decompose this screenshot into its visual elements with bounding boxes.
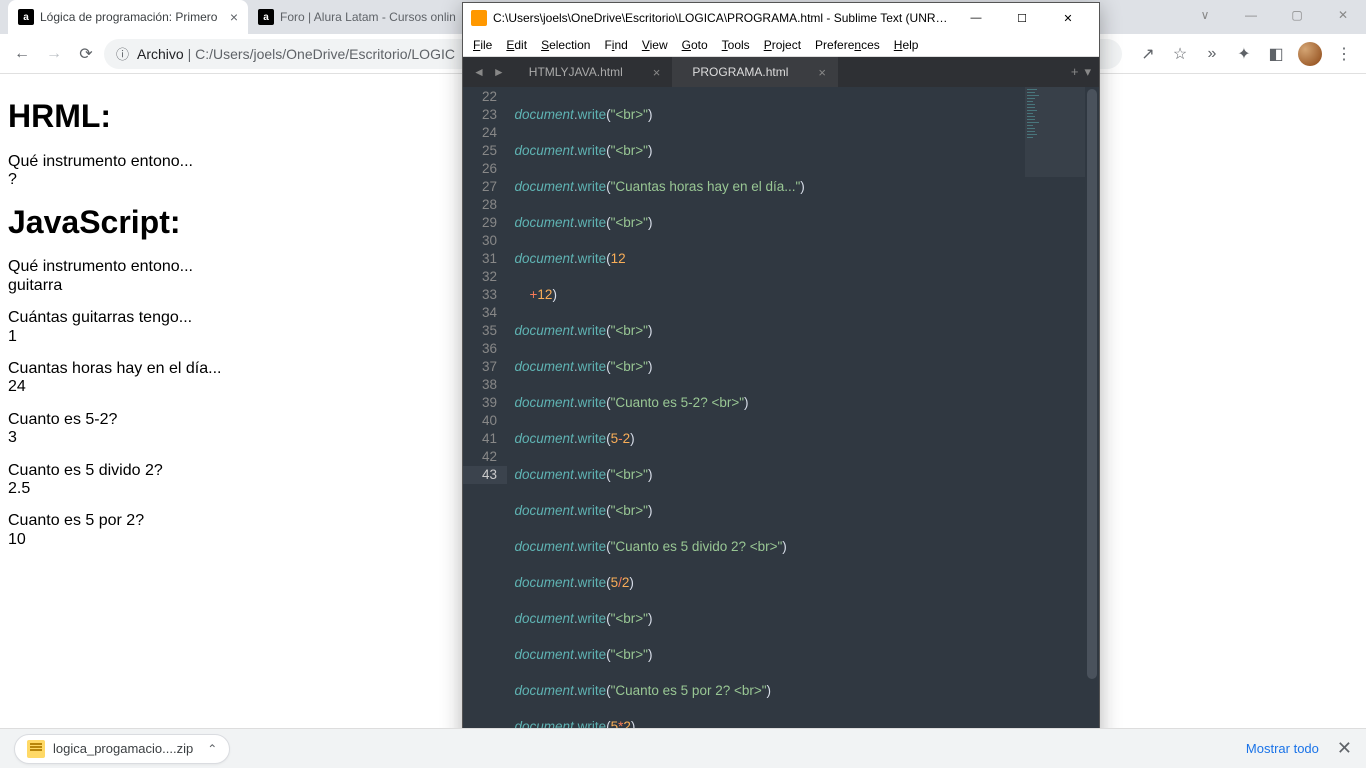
menu-goto[interactable]: Goto	[676, 36, 714, 54]
tab-title: Lógica de programación: Primero	[40, 10, 224, 24]
sublime-menubar: File Edit Selection Find View Goto Tools…	[463, 33, 1099, 57]
panel-icon[interactable]: ◧	[1262, 40, 1290, 68]
forward-button[interactable]: →	[40, 40, 68, 68]
share-icon[interactable]: ↗	[1134, 40, 1162, 68]
menu-file[interactable]: File	[467, 36, 498, 54]
address-path: C:/Users/joels/OneDrive/Escritorio/LOGIC	[195, 46, 455, 62]
maximize-button[interactable]: ☐	[999, 3, 1045, 33]
sublime-window: C:\Users\joels\OneDrive\Escritorio\LOGIC…	[462, 2, 1100, 768]
scroll-thumb[interactable]	[1087, 89, 1097, 679]
close-icon[interactable]: ×	[818, 65, 826, 80]
info-icon: ⓘ	[116, 44, 129, 63]
close-icon[interactable]: ×	[653, 65, 661, 80]
favicon-icon: a	[258, 9, 274, 25]
tab-label: PROGRAMA.html	[692, 65, 788, 79]
address-label: Archivo	[137, 46, 184, 62]
menu-help[interactable]: Help	[888, 36, 925, 54]
browser-tab[interactable]: a Lógica de programación: Primero ×	[8, 0, 248, 34]
code-area[interactable]: document.write("<br>") document.write("<…	[507, 87, 1099, 743]
editor-tab-active[interactable]: PROGRAMA.html ×	[672, 57, 838, 87]
favicon-icon: a	[18, 9, 34, 25]
editor-area[interactable]: 2223242526272829303132333435363738394041…	[463, 87, 1099, 743]
reload-button[interactable]: ⟳	[72, 40, 100, 68]
star-icon[interactable]: ☆	[1166, 40, 1194, 68]
scrollbar[interactable]	[1085, 87, 1099, 743]
sublime-tabbar: ◄ ► HTMLYJAVA.html × PROGRAMA.html × + ▾	[463, 57, 1099, 87]
menu-tools[interactable]: Tools	[716, 36, 756, 54]
sublime-logo-icon	[471, 10, 487, 26]
browser-tab[interactable]: a Foro | Alura Latam - Cursos onlin ×	[248, 0, 488, 34]
tab-dropdown-icon[interactable]: ▾	[1084, 64, 1091, 80]
zip-file-icon	[27, 740, 45, 758]
close-icon[interactable]: ×	[230, 9, 238, 25]
show-all-downloads[interactable]: Mostrar todo	[1246, 741, 1319, 756]
editor-tab[interactable]: HTMLYJAVA.html ×	[509, 57, 673, 87]
os-maximize-button[interactable]: ▢	[1274, 0, 1320, 30]
menu-find[interactable]: Find	[598, 36, 633, 54]
download-item[interactable]: logica_progamacio....zip ⌃	[14, 734, 230, 764]
avatar[interactable]	[1298, 42, 1322, 66]
minimize-button[interactable]: —	[953, 3, 999, 33]
chevron-down-icon[interactable]: ∨	[1182, 0, 1228, 30]
menu-edit[interactable]: Edit	[500, 36, 533, 54]
tab-nav-left-icon[interactable]: ◄	[469, 65, 489, 79]
minimap[interactable]: ▬▬▬▬▬▬▬▬▬▬▬▬▬▬▬▬▬▬▬▬▬▬▬▬▬▬▬▬▬▬▬▬▬▬▬▬▬▬▬▬…	[1025, 87, 1085, 177]
sublime-title: C:\Users\joels\OneDrive\Escritorio\LOGIC…	[493, 11, 953, 25]
overflow-icon[interactable]: »	[1198, 40, 1226, 68]
menu-project[interactable]: Project	[758, 36, 807, 54]
extensions-icon[interactable]: ✦	[1230, 40, 1258, 68]
download-shelf: logica_progamacio....zip ⌃ Mostrar todo …	[0, 728, 1366, 768]
new-tab-icon[interactable]: +	[1071, 64, 1079, 80]
kebab-menu-icon[interactable]: ⋮	[1330, 40, 1358, 68]
menu-view[interactable]: View	[636, 36, 674, 54]
close-icon[interactable]: ✕	[1337, 738, 1352, 759]
tab-nav-right-icon[interactable]: ►	[489, 65, 509, 79]
menu-selection[interactable]: Selection	[535, 36, 596, 54]
download-filename: logica_progamacio....zip	[53, 741, 193, 756]
back-button[interactable]: ←	[8, 40, 36, 68]
os-close-button[interactable]: ✕	[1320, 0, 1366, 30]
tab-label: HTMLYJAVA.html	[529, 65, 623, 79]
tab-title: Foro | Alura Latam - Cursos onlin	[280, 10, 464, 24]
gutter: 2223242526272829303132333435363738394041…	[463, 87, 507, 743]
sublime-titlebar[interactable]: C:\Users\joels\OneDrive\Escritorio\LOGIC…	[463, 3, 1099, 33]
menu-preferences[interactable]: Preferences	[809, 36, 886, 54]
os-minimize-button[interactable]: —	[1228, 0, 1274, 30]
chevron-up-icon[interactable]: ⌃	[207, 742, 217, 756]
close-button[interactable]: ✕	[1045, 3, 1091, 33]
